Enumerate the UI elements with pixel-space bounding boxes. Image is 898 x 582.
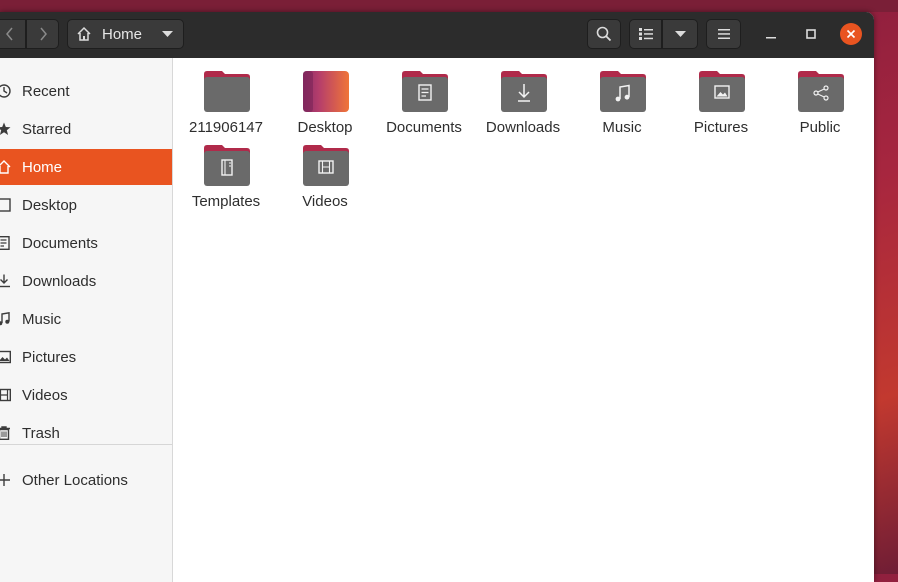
folder-music[interactable]: Music [572, 64, 672, 136]
close-icon [846, 29, 856, 39]
sidebar-item-label: Downloads [22, 272, 97, 290]
forward-button[interactable] [26, 19, 59, 49]
clock-icon [0, 84, 11, 98]
trash-icon [0, 426, 10, 440]
sidebar-item-label: Starred [22, 120, 72, 138]
public-folder-icon [798, 71, 844, 112]
folder-public[interactable]: Public [770, 64, 870, 136]
location-label: Home [102, 25, 143, 43]
sidebar-item-starred[interactable]: Starred [0, 111, 172, 147]
close-button[interactable] [840, 23, 862, 45]
maximize-button[interactable] [800, 23, 822, 45]
video-icon [0, 388, 11, 402]
documents-folder-icon [402, 71, 448, 112]
main-menu-button[interactable] [706, 19, 741, 49]
sidebar-separator [0, 444, 172, 445]
hamburger-menu-icon [717, 29, 730, 39]
sidebar-item-documents[interactable]: Documents [0, 225, 172, 261]
desktop-folder-icon [303, 71, 349, 112]
sidebar-item-label: Other Locations [22, 471, 128, 489]
music-folder-icon [600, 71, 646, 112]
folder-label: Videos [302, 193, 348, 210]
home-icon [0, 160, 11, 174]
sidebar-item-videos[interactable]: Videos [0, 377, 172, 413]
headerbar: Home [0, 12, 874, 59]
chevron-down-icon[interactable] [162, 31, 173, 38]
sidebar-item-downloads[interactable]: Downloads [0, 263, 172, 299]
sidebar-item-label: Desktop [22, 196, 78, 214]
file-manager-window: Home Recent Starred Home Desktop Documen… [0, 12, 874, 582]
picture-icon [0, 350, 11, 364]
sidebar-item-pictures[interactable]: Pictures [0, 339, 172, 375]
folder-templates[interactable]: Templates [176, 138, 276, 210]
folder-desktop[interactable]: Desktop [275, 64, 375, 136]
view-options-button[interactable] [662, 19, 698, 49]
sidebar-item-label: Documents [22, 234, 98, 252]
document-icon [0, 236, 10, 250]
music-icon [0, 312, 10, 326]
desktop-background [0, 0, 898, 12]
folder-label: Pictures [693, 119, 749, 136]
folder-211906147[interactable]: 211906147 [176, 64, 276, 136]
back-button[interactable] [0, 19, 26, 49]
sidebar-item-music[interactable]: Music [0, 301, 172, 337]
folder-icon [204, 71, 250, 112]
sidebar-item-other-locations[interactable]: Other Locations [0, 462, 172, 498]
home-icon [77, 26, 91, 41]
templates-folder-icon [204, 145, 250, 186]
maximize-icon [806, 29, 816, 39]
sidebar-item-label: Music [22, 310, 62, 328]
list-view-icon [638, 28, 653, 40]
minimize-icon [766, 37, 776, 39]
plus-icon [0, 474, 10, 486]
chevron-down-icon [674, 30, 686, 37]
folder-documents[interactable]: Documents [374, 64, 474, 136]
folder-label: Downloads [485, 119, 561, 136]
star-icon [0, 122, 11, 135]
sidebar-item-trash[interactable]: Trash [0, 415, 172, 451]
sidebar: Recent Starred Home Desktop Documents Do… [0, 58, 173, 582]
sidebar-item-label: Pictures [22, 348, 77, 366]
downloads-folder-icon [501, 71, 547, 112]
folder-label: 211906147 [189, 119, 263, 136]
sidebar-item-label: Recent [22, 82, 70, 100]
videos-folder-icon [303, 145, 349, 186]
sidebar-item-desktop[interactable]: Desktop [0, 187, 172, 223]
chevron-right-icon [39, 27, 47, 41]
sidebar-item-label: Home [22, 158, 63, 176]
search-button[interactable] [587, 19, 621, 49]
folder-pictures[interactable]: Pictures [671, 64, 771, 136]
download-icon [0, 274, 10, 288]
location-button[interactable]: Home [67, 19, 184, 49]
view-toggle-button[interactable] [629, 19, 662, 49]
folder-videos[interactable]: Videos [275, 138, 375, 210]
search-icon [596, 26, 612, 42]
folder-downloads[interactable]: Downloads [473, 64, 573, 136]
sidebar-item-recent[interactable]: Recent [0, 73, 172, 109]
chevron-left-icon [6, 27, 13, 41]
folder-label: Templates [191, 193, 261, 210]
folder-label: Public [799, 119, 841, 136]
folder-grid: 211906147 Desktop Documents Downloads Mu… [173, 58, 874, 582]
folder-label: Music [602, 119, 642, 136]
minimize-button[interactable] [760, 23, 782, 45]
pictures-folder-icon [699, 71, 745, 112]
sidebar-item-label: Trash [22, 424, 60, 442]
folder-label: Desktop [297, 119, 353, 136]
sidebar-item-home[interactable]: Home [0, 149, 172, 185]
sidebar-item-label: Videos [22, 386, 68, 404]
folder-label: Documents [386, 119, 462, 136]
desktop-icon [0, 198, 11, 212]
